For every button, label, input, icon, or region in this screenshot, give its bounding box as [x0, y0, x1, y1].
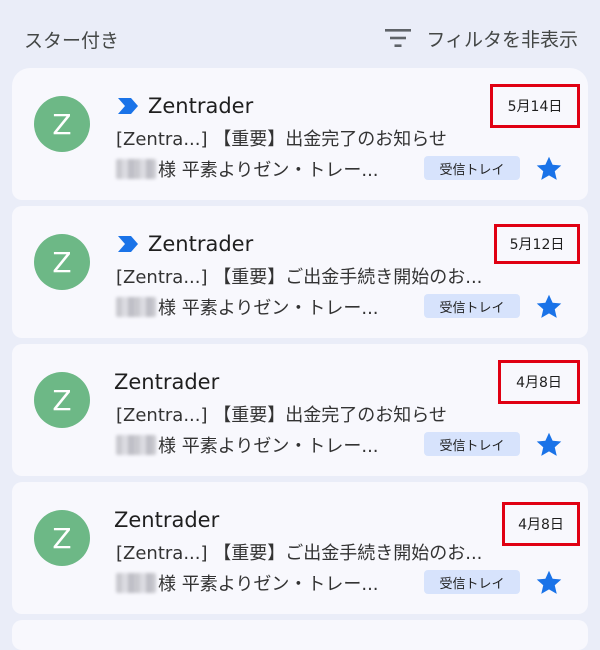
sender-row: Zentrader	[114, 506, 219, 534]
label-chip-text: 受信トレイ	[439, 162, 505, 178]
redacted-name	[116, 435, 156, 455]
email-date: 5月12日	[509, 237, 565, 253]
hide-filters-button[interactable]: フィルタを非表示	[384, 22, 578, 54]
header: スター付き フィルタを非表示	[0, 0, 600, 70]
star-icon[interactable]	[532, 428, 566, 462]
redacted-name	[116, 573, 156, 593]
label-chip-text: 受信トレイ	[439, 438, 505, 454]
snippet-row: 様 平素よりゼン・トレー...	[116, 432, 379, 458]
sender-name: Zentrader	[114, 370, 220, 394]
star-icon[interactable]	[532, 290, 566, 324]
snippet-row: 様 平素よりゼン・トレー...	[116, 156, 379, 182]
sender-name: Zentrader	[114, 508, 220, 532]
avatar-letter: Z	[52, 521, 72, 555]
email-subject: [Zentra...] 【重要】ご出金手続き開始のお...	[116, 267, 483, 288]
email-list-item[interactable]: Z Zentrader 5月12日 [Zentra...] 【重要】ご出金手続き…	[12, 206, 588, 338]
page-title: スター付き	[24, 30, 120, 52]
avatar-letter: Z	[52, 245, 72, 279]
email-subject: [Zentra...] 【重要】出金完了のお知らせ	[116, 129, 447, 150]
sender-name: Zentrader	[148, 94, 254, 118]
avatar: Z	[34, 510, 90, 566]
avatar-letter: Z	[52, 383, 72, 417]
sender-row: Zentrader	[116, 230, 253, 258]
avatar-letter: Z	[52, 107, 72, 141]
email-subject: [Zentra...] 【重要】出金完了のお知らせ	[116, 405, 447, 426]
star-icon[interactable]	[532, 566, 566, 600]
label-chip: 受信トレイ	[424, 570, 520, 594]
date-highlight-box: 5月12日	[494, 224, 580, 264]
label-chip: 受信トレイ	[424, 432, 520, 456]
email-date: 4月8日	[518, 517, 564, 533]
email-list-item[interactable]: Z Zentrader 5月14日 [Zentra...] 【重要】出金完了のお…	[12, 68, 588, 200]
email-list-item[interactable]: Z Zentrader 4月8日 [Zentra...] 【重要】出金完了のお知…	[12, 344, 588, 476]
label-chip-text: 受信トレイ	[439, 576, 505, 592]
email-snippet: 様 平素よりゼン・トレー...	[158, 574, 379, 595]
date-highlight-box: 4月8日	[498, 360, 580, 404]
star-icon[interactable]	[532, 152, 566, 186]
email-date: 4月8日	[516, 375, 562, 391]
avatar: Z	[34, 234, 90, 290]
filter-list-icon	[385, 29, 412, 47]
importance-marker-icon[interactable]	[116, 97, 140, 115]
hide-filters-label: フィルタを非表示	[426, 28, 578, 51]
email-snippet: 様 平素よりゼン・トレー...	[158, 298, 379, 319]
avatar: Z	[34, 372, 90, 428]
label-chip: 受信トレイ	[424, 156, 520, 180]
email-snippet: 様 平素よりゼン・トレー...	[158, 160, 379, 181]
email-snippet: 様 平素よりゼン・トレー...	[158, 436, 379, 457]
label-chip: 受信トレイ	[424, 294, 520, 318]
snippet-row: 様 平素よりゼン・トレー...	[116, 294, 379, 320]
redacted-name	[116, 297, 156, 317]
sender-name: Zentrader	[148, 232, 254, 256]
avatar: Z	[34, 96, 90, 152]
label-chip-text: 受信トレイ	[439, 300, 505, 316]
date-highlight-box: 5月14日	[490, 84, 580, 128]
email-date: 5月14日	[507, 99, 563, 115]
email-list-item[interactable]: Z Zentrader 4月8日 [Zentra...] 【重要】ご出金手続き開…	[12, 482, 588, 614]
sender-row: Zentrader	[114, 368, 219, 396]
snippet-row: 様 平素よりゼン・トレー...	[116, 570, 379, 596]
sender-row: Zentrader	[116, 92, 253, 120]
email-subject: [Zentra...] 【重要】ご出金手続き開始のお...	[116, 543, 483, 564]
importance-marker-icon[interactable]	[116, 235, 140, 253]
redacted-name	[116, 159, 156, 179]
next-email-peek	[12, 620, 588, 650]
